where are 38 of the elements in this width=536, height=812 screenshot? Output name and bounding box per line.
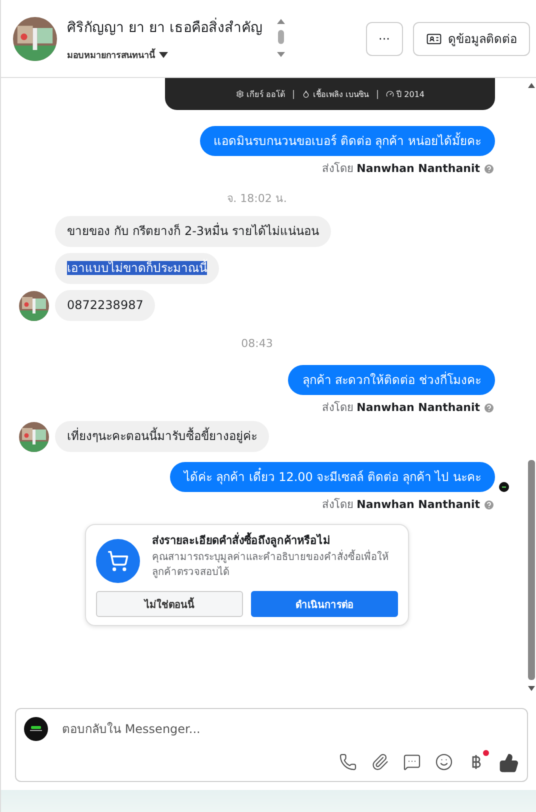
message-bubble: ได้ค่ะ ลุกค้า เดี๋ยว 12.00 จะมีเซลล์ ติดต่อ ลุกค้า ไป นะคะ <box>170 462 495 492</box>
cart-icon <box>96 539 140 583</box>
prompt-title: ส่งรายละเอียดคำสั่งซื้อถึงลูกค้าหรือไม่ <box>152 533 331 548</box>
help-icon <box>483 163 495 175</box>
contact-name: ศิริกัญญา ยา ยา เธอคือสิ่งสำคัญ <box>67 16 264 38</box>
sender-note: ส่งโดย Nanwhan Nanthanit <box>322 401 495 415</box>
message-bubble: เอาแบบไม่ขาดก็ประมาณนี้ <box>55 253 219 284</box>
drop-icon <box>302 90 310 98</box>
dismiss-button[interactable]: ไม่ใช่ตอนนี้ <box>96 591 243 617</box>
sender-note: ส่งโดย Nanwhan Nanthanit <box>322 162 495 176</box>
sender-note: ส่งโดย Nanwhan Nanthanit <box>322 498 495 512</box>
phone-icon[interactable] <box>339 753 357 773</box>
message-bubble: ลุกค้า สะดวกให้ติดต่อ ช่วงกี่โมงคะ <box>288 365 495 395</box>
more-button[interactable]: ··· <box>366 22 403 56</box>
prompt-text: คุณสามารถระบุมูลค่าและคำอธิบายของคำสั่งซื้อเพื่อให้ลูกค้าตรวจสอบได้ <box>152 550 398 580</box>
chat-bubble-icon[interactable] <box>403 753 421 773</box>
assign-dropdown[interactable]: มอบหมายการสนทนานี้ <box>67 48 168 62</box>
timestamp: 08:43 <box>241 337 273 351</box>
scrollbar-drawing <box>277 18 285 60</box>
help-icon <box>483 499 495 511</box>
listing-spec: เชื้อเพลิง เบนซิน <box>302 88 369 100</box>
message-bubble: แอดมินรบกนวนขอเบอร์ ติดต่อ ลุกค้า หน่อยได้มั้ยคะ <box>200 126 495 156</box>
caret-icon <box>159 52 168 58</box>
smiley-icon[interactable] <box>435 753 453 773</box>
help-icon <box>483 402 495 414</box>
gear-icon <box>236 90 244 98</box>
paperclip-icon[interactable] <box>371 753 389 773</box>
continue-button[interactable]: ดำเนินการต่อ <box>251 591 398 617</box>
listing-spec: ปี 2014 <box>386 88 424 100</box>
thumbs-up-icon[interactable] <box>499 753 519 773</box>
message-bubble: ขายของ กับ กรีตยางก็ 2-3หมื่น รายได้ไม่แน่นอน <box>55 216 331 247</box>
timestamp: จ. 18:02 น. <box>227 192 287 206</box>
page-avatar-icon <box>24 717 48 741</box>
listing-spec: เกียร์ ออโต้ <box>236 88 286 100</box>
message-bubble: 0872238987 <box>55 290 156 321</box>
gauge-icon <box>386 90 394 98</box>
contact-info-button[interactable]: ดูข้อมูลติดต่อ <box>413 22 530 56</box>
message-bubble: เที่ยงๆนะคะตอนนี้มารับซื้อขี้ยางอยู่ค่ะ <box>55 421 269 452</box>
